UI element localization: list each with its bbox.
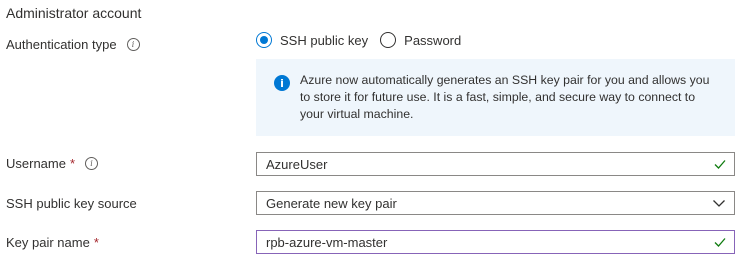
- chevron-down-icon[interactable]: [712, 196, 726, 210]
- radio-unchecked-icon[interactable]: [380, 32, 397, 48]
- key-source-value: Generate new key pair: [266, 195, 397, 211]
- key-pair-name-label-row: Key pair name *: [6, 235, 99, 250]
- section-title: Administrator account: [6, 5, 142, 21]
- required-marker: *: [93, 235, 99, 250]
- ssh-info-box: i Azure now automatically generates an S…: [256, 59, 735, 136]
- key-source-dropdown[interactable]: Generate new key pair: [256, 191, 735, 215]
- radio-checked-icon[interactable]: [256, 32, 272, 48]
- username-label-row: Username * i: [6, 156, 99, 171]
- auth-type-label-row: Authentication type i: [6, 37, 140, 52]
- username-value[interactable]: AzureUser: [266, 157, 713, 172]
- username-input[interactable]: AzureUser: [256, 152, 735, 176]
- key-pair-name-label: Key pair name: [6, 235, 90, 250]
- radio-password[interactable]: Password: [380, 32, 461, 48]
- key-pair-name-value[interactable]: rpb-azure-vm-master: [266, 235, 713, 250]
- radio-ssh-public-key[interactable]: SSH public key: [256, 32, 368, 48]
- auth-type-label: Authentication type: [6, 37, 117, 52]
- radio-ssh-label: SSH public key: [280, 32, 369, 48]
- info-icon[interactable]: i: [126, 38, 140, 51]
- username-label: Username: [6, 156, 66, 171]
- radio-password-label: Password: [404, 32, 462, 48]
- key-pair-name-input[interactable]: rpb-azure-vm-master: [256, 230, 735, 254]
- required-marker: *: [69, 156, 76, 171]
- ssh-info-text: Azure now automatically generates an SSH…: [300, 73, 710, 121]
- key-source-label-row: SSH public key source: [6, 196, 137, 211]
- info-filled-icon: i: [274, 75, 290, 91]
- info-icon[interactable]: i: [85, 157, 99, 170]
- valid-check-icon: [714, 160, 726, 169]
- valid-check-icon: [714, 238, 726, 247]
- auth-type-radio-group: SSH public key Password: [256, 32, 473, 48]
- key-source-label: SSH public key source: [6, 196, 137, 211]
